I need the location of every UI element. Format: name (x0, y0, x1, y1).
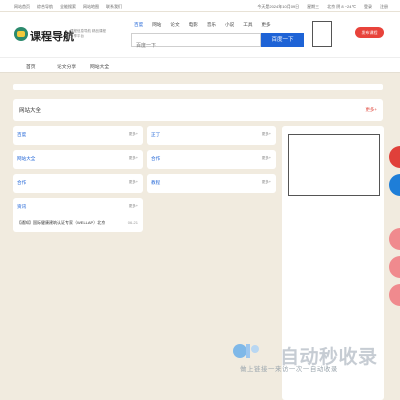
search-tab-more[interactable]: 更多 (261, 22, 270, 28)
float-pink-button-2[interactable] (389, 256, 400, 278)
weekday-text: 星期三 (307, 4, 320, 9)
login-link[interactable]: 登录 (364, 4, 372, 10)
top-link-sitemap[interactable]: 网站地图 (83, 4, 99, 10)
card-title[interactable]: 合作 (17, 180, 26, 186)
search-tab-novel[interactable]: 小说 (225, 22, 234, 28)
card-more-link[interactable]: 更多+ (262, 156, 271, 161)
nav-papers[interactable]: 论文分享 (57, 63, 76, 70)
top-bar: 网站首页 综合导航 全能搜索 网站地图 联系我们 今天是2024年10月09日 … (0, 0, 400, 12)
register-link[interactable]: 注册 (380, 4, 388, 10)
card-more-link[interactable]: 更多+ (129, 156, 138, 161)
content-strip (13, 84, 383, 90)
search-tab-tools[interactable]: 工具 (243, 22, 252, 28)
search-tab-site[interactable]: 网站 (152, 22, 161, 28)
weather-text: 北京 阴 8 ~24℃ (327, 4, 356, 9)
card-title[interactable]: 资讯 (17, 204, 26, 210)
top-links: 网站首页 综合导航 全能搜索 网站地图 联系我们 (14, 4, 122, 10)
section-more-link[interactable]: 更多+ (365, 107, 377, 113)
card-title[interactable]: 教程 (151, 180, 160, 186)
float-red-button[interactable] (389, 146, 400, 168)
card-sites: 网站大全 更多+ (13, 150, 143, 169)
card-title[interactable]: 网站大全 (17, 156, 35, 162)
search-tabs: 百度 网站 论文 电影 音乐 小说 工具 更多 (134, 22, 271, 28)
date-text: 今天是2024年10月09日 (257, 4, 300, 9)
top-link-nav[interactable]: 综合导航 (37, 4, 53, 10)
float-home-button[interactable] (389, 174, 400, 196)
card-title[interactable]: 百度 (17, 132, 26, 138)
card-zhengding: 正丁 更多+ (147, 126, 276, 145)
float-pink-button-3[interactable] (389, 284, 400, 306)
top-link-search[interactable]: 全能搜索 (60, 4, 76, 10)
card-more-link[interactable]: 更多+ (129, 204, 138, 209)
logo-icon[interactable] (14, 27, 28, 41)
card-partner: 合作 更多+ (13, 174, 143, 193)
card-news: 资讯 更多+ (13, 198, 143, 232)
watermark-subtext: 做上链接一来访一次一自动收录 (240, 366, 338, 373)
card-more-link[interactable]: 更多+ (262, 180, 271, 185)
card-partner-2: 合作 更多+ (147, 150, 276, 169)
top-right-info: 今天是2024年10月09日 星期三 北京 阴 8 ~24℃ 登录 注册 (257, 4, 388, 10)
news-title[interactable]: 【通知】国际健康建筑认证专家（WELLAP）北京 (17, 220, 105, 226)
card-more-link[interactable]: 更多+ (129, 180, 138, 185)
card-title[interactable]: 正丁 (151, 132, 160, 138)
card-more-link[interactable]: 更多+ (129, 132, 138, 137)
card-title[interactable]: 合作 (151, 156, 160, 162)
publish-course-button[interactable]: 发布课程 (355, 27, 384, 38)
card-baidu: 百度 更多+ (13, 126, 143, 145)
header-ad-image[interactable] (312, 21, 332, 47)
section-header: 网站大全 更多+ (13, 99, 383, 121)
search-input[interactable] (132, 40, 260, 52)
search-button[interactable]: 百度一下 (261, 33, 304, 47)
search-tab-paper[interactable]: 论文 (170, 22, 179, 28)
card-tutorial: 教程 更多+ (147, 174, 276, 193)
top-link-contact[interactable]: 联系我们 (106, 4, 122, 10)
search-tab-movie[interactable]: 电影 (189, 22, 198, 28)
top-link-home[interactable]: 网站首页 (14, 4, 30, 10)
nav-home[interactable]: 首页 (26, 63, 36, 70)
brand-name[interactable]: 课程导航 (30, 28, 74, 44)
main-nav: 首页 论文分享 网站大全 (0, 57, 400, 73)
card-more-link[interactable]: 更多+ (262, 132, 271, 137)
section-title: 网站大全 (19, 108, 42, 114)
search-box (131, 33, 261, 52)
float-pink-button[interactable] (389, 228, 400, 250)
sidebar-ad-image[interactable] (288, 134, 380, 196)
news-date: 06-21 (127, 220, 138, 225)
list-item[interactable]: 【通知】国际健康建筑认证专家（WELLAP）北京 06-21 (17, 220, 138, 226)
watermark-logo-icon (233, 344, 259, 358)
search-tab-music[interactable]: 音乐 (207, 22, 216, 28)
nav-sites[interactable]: 网站大全 (90, 63, 109, 70)
brand-subtitle: 课程信息导航 精品课程分享平台 (70, 29, 106, 38)
search-tab-baidu[interactable]: 百度 (134, 22, 143, 28)
